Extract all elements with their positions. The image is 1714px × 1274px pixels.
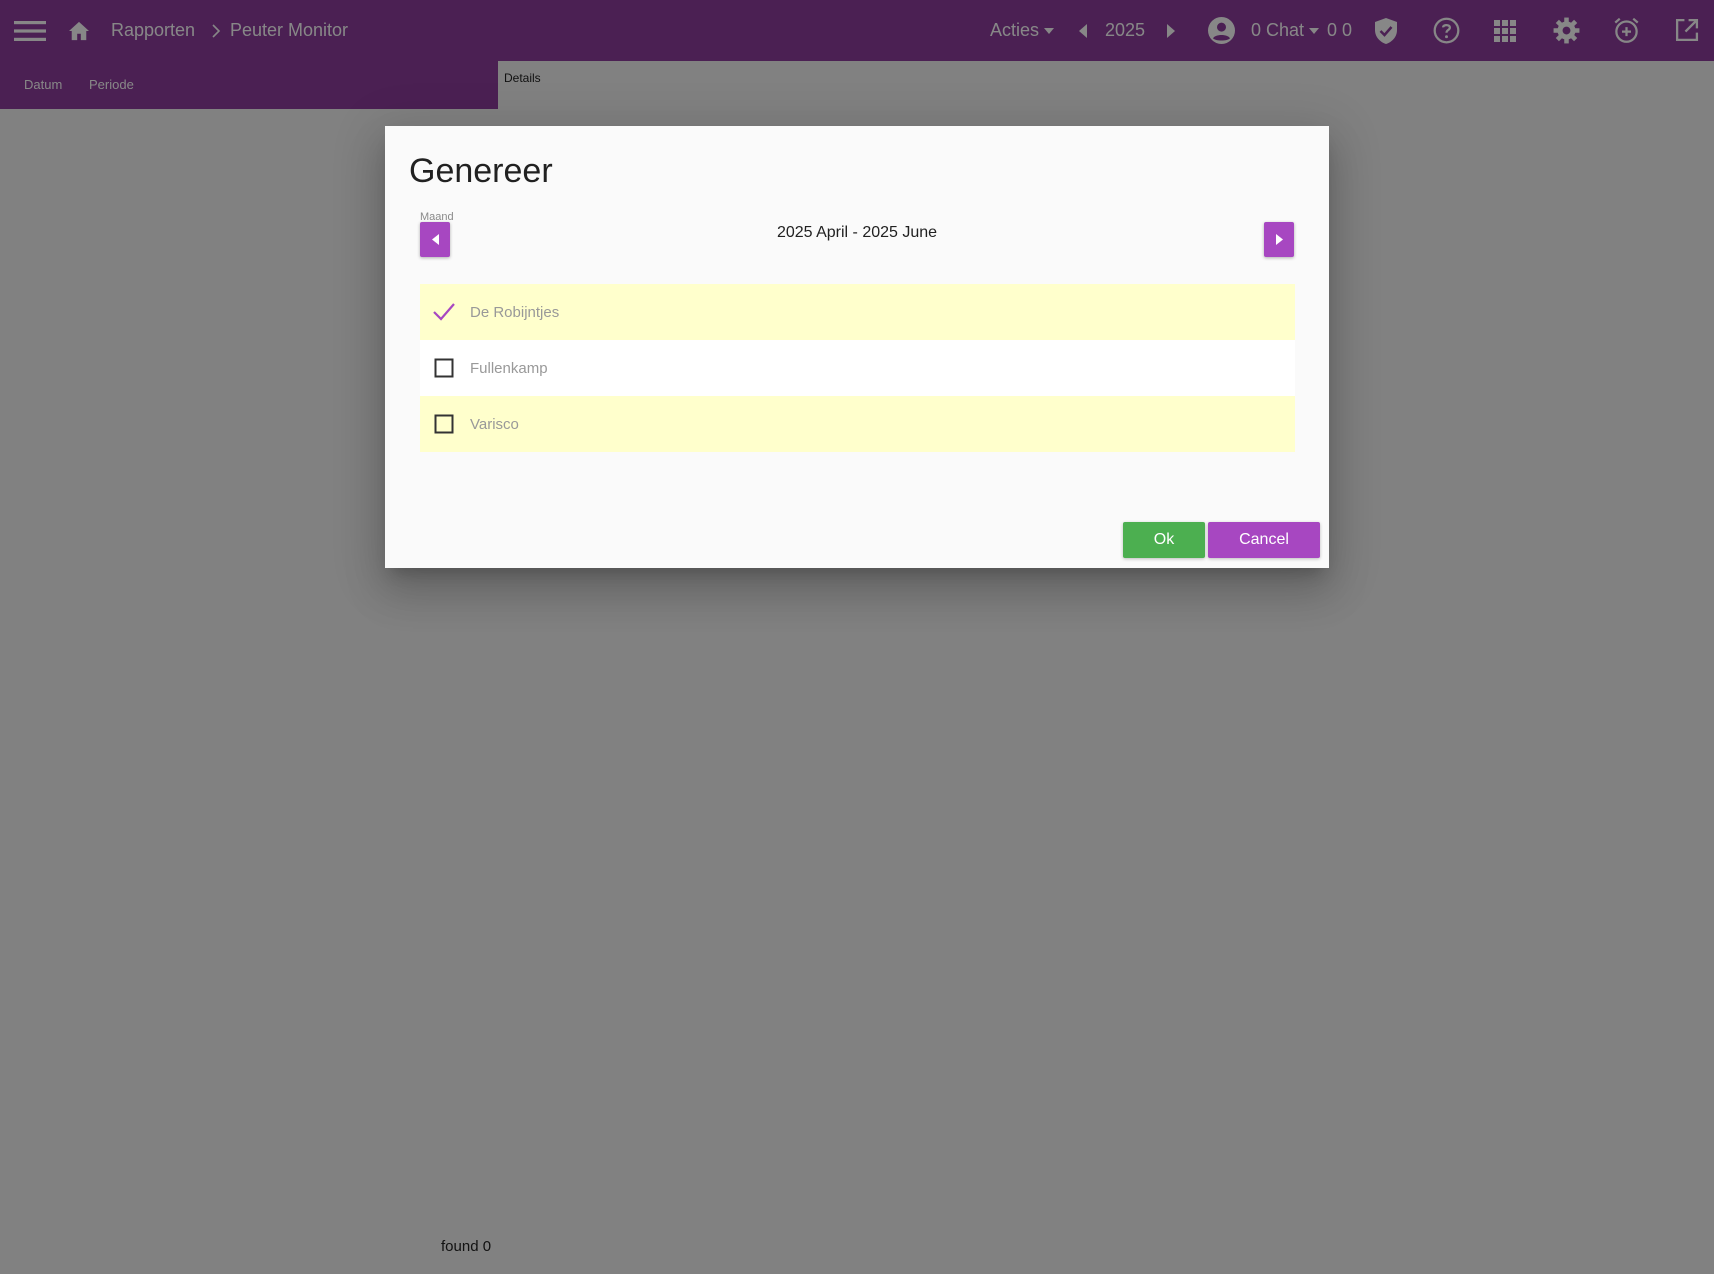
checkmark-icon[interactable]: [430, 298, 458, 326]
period-range: 2025 April - 2025 June: [776, 224, 938, 241]
location-row-varisco[interactable]: Varisco: [420, 396, 1295, 452]
chevron-right-icon: [1275, 234, 1283, 245]
dialog-title: Genereer: [409, 152, 553, 190]
location-name: De Robijntjes: [470, 303, 560, 321]
cancel-button[interactable]: Cancel: [1208, 522, 1320, 558]
checkbox-empty-icon[interactable]: [430, 410, 458, 438]
location-name: Varisco: [470, 415, 519, 433]
location-row-de-robijntjes[interactable]: De Robijntjes: [420, 284, 1295, 340]
period-next-button[interactable]: [1264, 222, 1294, 257]
location-row-fullenkamp[interactable]: Fullenkamp: [420, 340, 1295, 396]
location-list: De Robijntjes Fullenkamp Varisco: [420, 284, 1295, 452]
ok-button[interactable]: Ok: [1123, 522, 1205, 558]
checkbox-empty-icon[interactable]: [430, 354, 458, 382]
genereer-dialog: Genereer Maand 2025 April - 2025 June De…: [385, 126, 1329, 568]
location-name: Fullenkamp: [470, 359, 548, 377]
